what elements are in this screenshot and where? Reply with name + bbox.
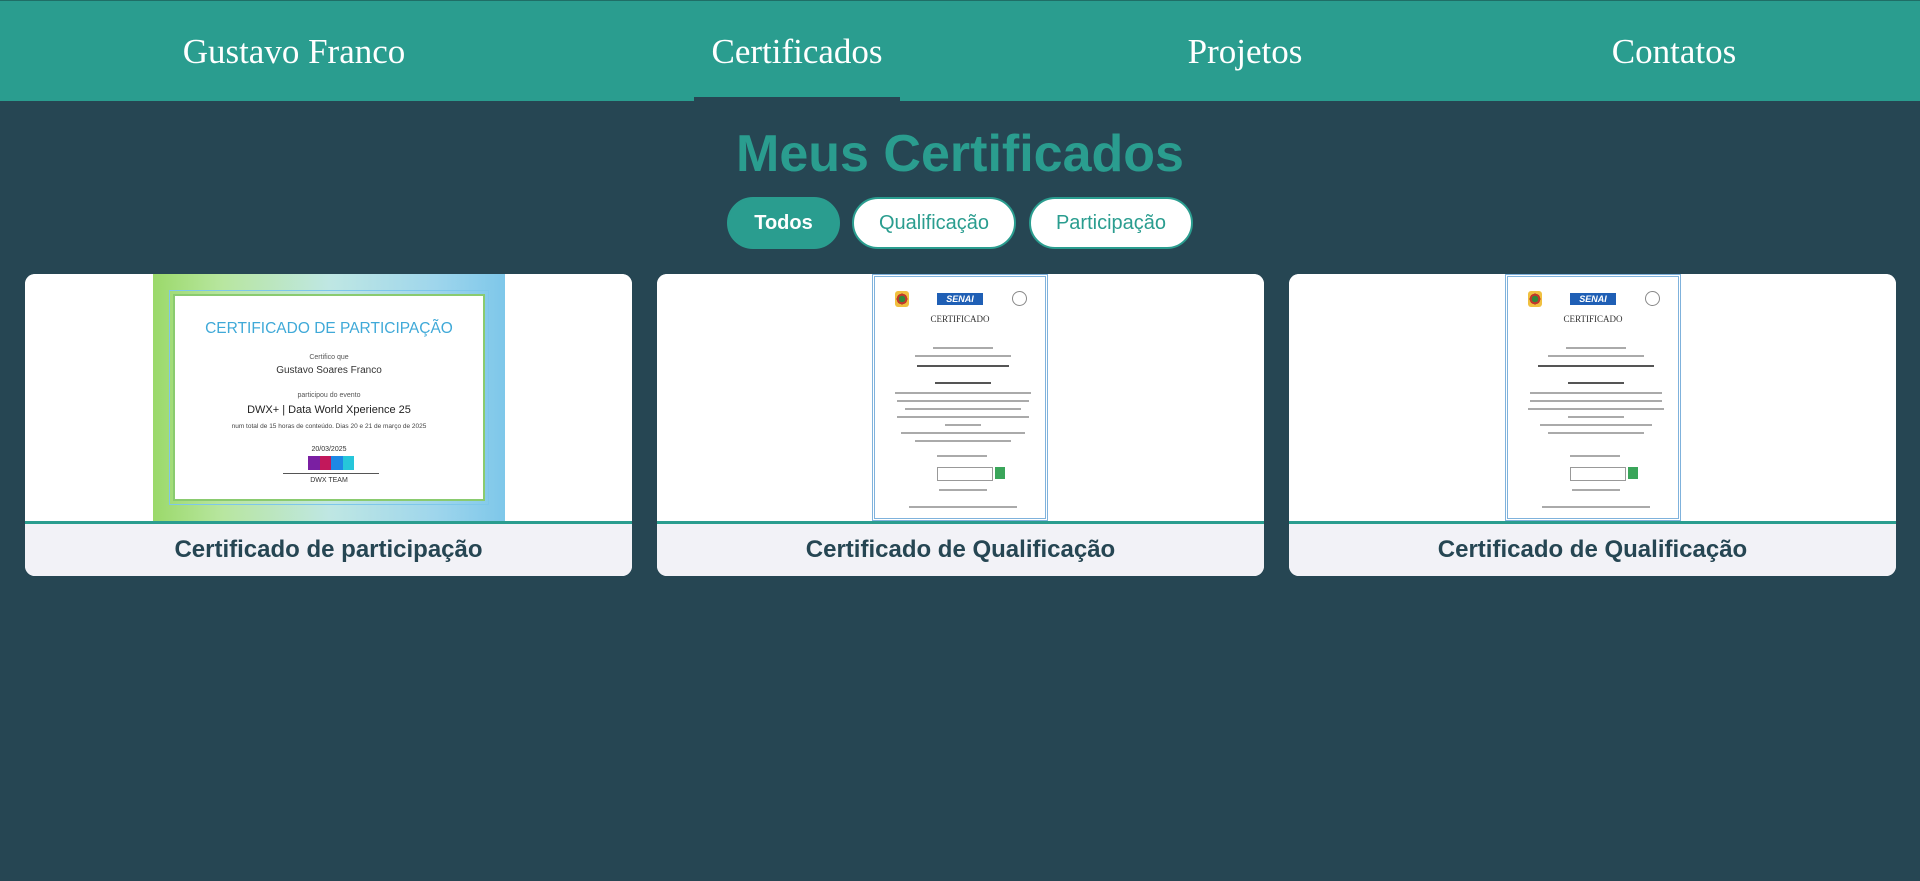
nav-item-projetos[interactable]: Projetos [1150, 1, 1340, 102]
text-line [937, 455, 987, 457]
senai-logo: SENAI [937, 293, 983, 305]
state-crest-icon [895, 291, 909, 307]
seal-icon [1012, 291, 1027, 306]
certificate-frame: CERTIFICADO DE PARTICIPAÇÃO Certifico qu… [169, 290, 489, 505]
certificate-team: DWX TEAM [310, 477, 348, 484]
text-line [901, 432, 1025, 434]
text-line [917, 365, 1009, 367]
qr-block [1570, 467, 1626, 481]
text-line [905, 408, 1021, 410]
text-line [1572, 489, 1620, 491]
brand-link[interactable]: Gustavo Franco [150, 1, 438, 102]
certificate-card[interactable]: SENAI CERTIFICADO Certificado de Qualifi… [657, 274, 1264, 576]
certificate-date: 20/03/2025 [311, 446, 347, 453]
text-line [897, 416, 1029, 418]
signature-line [283, 473, 379, 474]
page-title: Meus Certificados [736, 125, 1184, 183]
qualification-certificate-image: SENAI CERTIFICADO [1505, 274, 1681, 521]
certificate-heading: CERTIFICADO [930, 314, 990, 324]
nav-item-contatos[interactable]: Contatos [1580, 1, 1768, 102]
seal-icon [1645, 291, 1660, 306]
nav-item-certificados[interactable]: Certificados [694, 1, 900, 102]
card-caption: Certificado de Qualificação [1289, 524, 1896, 576]
certificate-card[interactable]: SENAI CERTIFICADO Certificado de Qualifi… [1289, 274, 1896, 576]
card-caption: Certificado de Qualificação [657, 524, 1264, 576]
certificate-event: DWX+ | Data World Xperience 25 [247, 404, 411, 416]
certificate-thumbnail: SENAI CERTIFICADO [1289, 274, 1896, 521]
text-line [915, 440, 1011, 442]
text-line [1530, 392, 1662, 394]
text-line [933, 347, 993, 349]
qualification-certificate-image: SENAI CERTIFICADO [872, 274, 1048, 521]
certificate-thumbnail: CERTIFICADO DE PARTICIPAÇÃO Certifico qu… [25, 274, 632, 521]
text-line [1528, 408, 1664, 410]
text-line [1566, 347, 1626, 349]
card-caption: Certificado de participação [25, 524, 632, 576]
stamp-icon [1628, 467, 1638, 479]
certificate-heading: CERTIFICADO [1563, 314, 1623, 324]
state-crest-icon [1528, 291, 1542, 307]
active-nav-indicator [694, 97, 900, 102]
text-line [1548, 355, 1644, 357]
qr-block [937, 467, 993, 481]
certificate-name: Gustavo Soares Franco [276, 365, 382, 376]
text-line [1568, 382, 1624, 384]
top-nav: Gustavo Franco Certificados Projetos Con… [0, 0, 1920, 102]
text-line [1570, 455, 1620, 457]
text-line [1538, 365, 1654, 367]
certificate-event-line: participou do evento [297, 392, 361, 399]
filter-qualificacao-button[interactable]: Qualificação [852, 197, 1016, 249]
text-line [935, 382, 991, 384]
certificate-card[interactable]: CERTIFICADO DE PARTICIPAÇÃO Certifico qu… [25, 274, 632, 576]
text-line [945, 424, 981, 426]
dwx-logo-icon [308, 456, 354, 470]
text-line [1548, 432, 1644, 434]
text-line [1530, 400, 1662, 402]
text-line [1568, 416, 1624, 418]
certificate-thumbnail: SENAI CERTIFICADO [657, 274, 1264, 521]
participation-certificate-image: CERTIFICADO DE PARTICIPAÇÃO Certifico qu… [153, 274, 505, 521]
text-line [915, 355, 1011, 357]
certificate-heading: CERTIFICADO DE PARTICIPAÇÃO [205, 320, 453, 337]
filter-todos-button[interactable]: Todos [727, 197, 840, 249]
filter-participacao-button[interactable]: Participação [1029, 197, 1193, 249]
senai-logo: SENAI [1570, 293, 1616, 305]
stamp-icon [995, 467, 1005, 479]
text-line [909, 506, 1017, 508]
text-line [1542, 506, 1650, 508]
text-line [895, 392, 1031, 394]
text-line [1540, 424, 1652, 426]
certificate-certify-line: Certifico que [309, 354, 349, 361]
text-line [897, 400, 1029, 402]
certificate-details: num total de 15 horas de conteúdo. Dias … [231, 423, 427, 430]
text-line [939, 489, 987, 491]
